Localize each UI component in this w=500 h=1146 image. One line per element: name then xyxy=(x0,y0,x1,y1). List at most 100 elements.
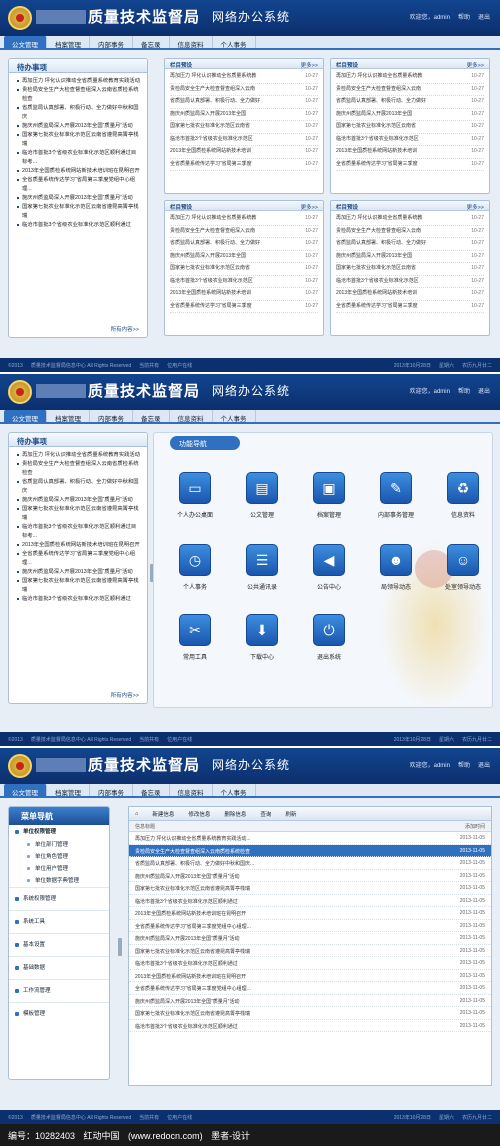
column-item[interactable]: 全省质量系统传达学习“省局第三季度 10-27 xyxy=(336,301,484,313)
table-row[interactable]: 施庆州质监局深入开展2013年全国“质量月”活动 2013-11-05 xyxy=(129,995,491,1007)
column-item[interactable]: 全省质量系统传达学习“省局第三季度 10-27 xyxy=(170,159,318,171)
toolbar-button[interactable]: 查询 xyxy=(260,810,271,818)
column-item[interactable]: 临沧市首批3个省级农业标准化示范区 10-27 xyxy=(336,276,484,288)
logout-link[interactable]: 退出 xyxy=(478,386,490,395)
column-item[interactable]: 临沧市首批3个省级农业标准化示范区 10-27 xyxy=(336,134,484,146)
table-row[interactable]: 全省质量系统传达学习“省局第三季度党组中心组理... 2013-11-05 xyxy=(129,982,491,995)
toolbar-button[interactable]: 删除信息 xyxy=(224,810,246,818)
menu-item[interactable]: 单位部门管理 xyxy=(9,839,109,851)
menu-item[interactable]: 系统工具 xyxy=(9,910,109,933)
nav-tab[interactable]: 内部事务 xyxy=(90,410,133,423)
nav-tab[interactable]: 个人事务 xyxy=(213,410,256,423)
menu-item[interactable]: 模板管理 xyxy=(9,1002,109,1025)
help-link[interactable]: 帮助 xyxy=(458,760,470,769)
table-row[interactable]: 2013年全国质检系统网站新技术培训班在昆明召开 2013-11-05 xyxy=(129,970,491,982)
function-pen[interactable]: ✎ 内部事务管理 xyxy=(363,472,429,519)
column-item[interactable]: 再加压力 坪化认识推动全省质量系统教 10-27 xyxy=(336,213,484,226)
splitter-handle[interactable] xyxy=(118,938,122,956)
column-more-link[interactable]: 更多>> xyxy=(301,61,318,69)
col-title[interactable]: 信息标题 xyxy=(135,823,155,830)
column-item[interactable]: 再加压力 坪化认识推动全省质量系统教 10-27 xyxy=(170,71,318,84)
nav-tab[interactable]: 公文管理 xyxy=(4,410,47,423)
column-item[interactable]: 省质监局认真部署、积极行动、全力做好 10-27 xyxy=(170,96,318,109)
column-item[interactable]: 再加压力 坪化认识推动全省质量系统教 10-27 xyxy=(336,71,484,84)
column-more-link[interactable]: 更多>> xyxy=(467,61,484,69)
column-item[interactable]: 施庆州质监局深入开展2013年全国 10-27 xyxy=(336,251,484,263)
todo-item[interactable]: 再加压力 坪化认识推动全省质量系统教育实践活动 xyxy=(17,77,141,86)
table-row[interactable]: 施庆州质监局深入开展2013年全国“质量月”活动 2013-11-05 xyxy=(129,870,491,882)
column-item[interactable]: 贵检局安全生产大检查督查组深入云南 10-27 xyxy=(170,226,318,238)
table-row[interactable]: 贵检局安全生产大检查督查组深入云南质检系统检查 2013-11-05 xyxy=(129,844,491,857)
todo-item[interactable]: 临沧市首批3个省级农业标准化示范区顺利通过 xyxy=(17,221,141,230)
function-address-book[interactable]: ☰ 公共通讯录 xyxy=(229,544,295,591)
todo-item[interactable]: 国家第七批农业标准化示范区云南省遵昆高箐亭栈瑞 xyxy=(17,131,141,149)
table-row[interactable]: 临沧市首批3个省级农业标准化示范区顺利通过 2013-11-05 xyxy=(129,895,491,907)
menu-item[interactable]: 单位用户管理 xyxy=(9,863,109,875)
nav-tab[interactable]: 档案管理 xyxy=(47,36,90,49)
column-item[interactable]: 2013年全国质检系统网站新技术培训 10-27 xyxy=(170,288,318,301)
function-monitor[interactable]: ▭ 个人办公桌面 xyxy=(162,472,228,519)
column-item[interactable]: 国家第七批农业标准化示范区云南省 10-27 xyxy=(170,121,318,134)
logout-link[interactable]: 退出 xyxy=(478,12,490,21)
column-item[interactable]: 2013年全国质检系统网站新技术培训 10-27 xyxy=(170,146,318,159)
table-row[interactable]: 全省质量系统传达学习“省局第三季度党组中心组理... 2013-11-05 xyxy=(129,920,491,932)
column-item[interactable]: 国家第七批农业标准化示范区云南省 10-27 xyxy=(170,263,318,276)
column-item[interactable]: 2013年全国质检系统网站新技术培训 10-27 xyxy=(336,288,484,301)
help-link[interactable]: 帮助 xyxy=(458,386,470,395)
toolbar-button[interactable]: 刷新 xyxy=(285,810,296,818)
column-item[interactable]: 贵检局安全生产大检查督查组深入云南 10-27 xyxy=(170,84,318,96)
function-power[interactable]: ⏻ 退出系统 xyxy=(296,614,362,661)
todo-item[interactable]: 施庆州质监局深入开展2013年全国“质量月”活动 xyxy=(17,496,141,505)
home-icon[interactable]: ⌂ xyxy=(135,811,138,817)
nav-tab[interactable]: 档案管理 xyxy=(47,784,90,797)
nav-tab[interactable]: 个人事务 xyxy=(213,784,256,797)
column-item[interactable]: 临沧市首批3个省级农业标准化示范区 10-27 xyxy=(170,276,318,288)
function-person[interactable]: ☻ 局领导动态 xyxy=(363,544,429,591)
nav-tab[interactable]: 信息资料 xyxy=(170,36,213,49)
nav-tab[interactable]: 内部事务 xyxy=(90,36,133,49)
logout-link[interactable]: 退出 xyxy=(478,760,490,769)
help-link[interactable]: 帮助 xyxy=(458,12,470,21)
todo-item[interactable]: 施庆州质监局深入开展2013年全国“质量月”活动 xyxy=(17,568,141,577)
column-item[interactable]: 国家第七批农业标准化示范区云南省 10-27 xyxy=(336,263,484,276)
table-row[interactable]: 省质监局认真部署、积极行动、全力做好中秋和国庆... 2013-11-05 xyxy=(129,857,491,870)
nav-tab[interactable]: 备忘录 xyxy=(133,784,170,797)
function-download[interactable]: ⬇ 下载中心 xyxy=(229,614,295,661)
todo-item[interactable]: 再加压力 坪化认识推动全省质量系统教育实践活动 xyxy=(17,451,141,460)
table-row[interactable]: 国家第七批农业标准化示范区云南省遵昆高箐亭栈瑞 2013-11-05 xyxy=(129,945,491,957)
menu-item[interactable]: 单位角色管理 xyxy=(9,851,109,863)
table-row[interactable]: 临沧市首批3个省级农业标准化示范区顺利通过 2013-11-05 xyxy=(129,1020,491,1032)
function-briefcase[interactable]: ▤ 公文管理 xyxy=(229,472,295,519)
function-people[interactable]: ☺ 处室领导动态 xyxy=(430,544,496,591)
function-tools[interactable]: ✂ 常用工具 xyxy=(162,614,228,661)
column-item[interactable]: 全省质量系统传达学习“省局第三季度 10-27 xyxy=(170,301,318,313)
nav-tab[interactable]: 公文管理 xyxy=(4,784,47,797)
todo-item[interactable]: 贵检局安全生产大检查督查组深入云南省质检系统检查 xyxy=(17,460,141,478)
menu-item[interactable]: 单位权限管理 xyxy=(9,825,109,839)
todo-item[interactable]: 全省质量系统传达学习“省局第三季度党组中心组理... xyxy=(17,176,141,194)
todo-item[interactable]: 2013年全国质检系统网站新技术培训班在昆明召开 xyxy=(17,167,141,176)
todo-item[interactable]: 临沧市首批3个省级农业标准化示范区顺利通过 xyxy=(17,595,141,604)
nav-tab[interactable]: 公文管理 xyxy=(4,36,47,49)
todo-item[interactable]: 2013年全国质检系统网站新技术培训班在昆明召开 xyxy=(17,541,141,550)
column-item[interactable]: 再加压力 坪化认识推动全省质量系统教 10-27 xyxy=(170,213,318,226)
column-item[interactable]: 2013年全国质检系统网站新技术培训 10-27 xyxy=(336,146,484,159)
todo-more-link[interactable]: 所有内容>> xyxy=(111,325,139,333)
todo-item[interactable]: 施庆州质监局深入开展2013年全国“质量月”活动 xyxy=(17,122,141,131)
column-item[interactable]: 贵检局安全生产大检查督查组深入云南 10-27 xyxy=(336,84,484,96)
column-item[interactable]: 施庆州质监局深入开展2013年全国 10-27 xyxy=(170,251,318,263)
table-row[interactable]: 国家第七批农业标准化示范区云南省遵昆高箐亭栈瑞 2013-11-05 xyxy=(129,1007,491,1020)
nav-tab[interactable]: 备忘录 xyxy=(133,36,170,49)
column-item[interactable]: 临沧市首批3个省级农业标准化示范区 10-27 xyxy=(170,134,318,146)
table-row[interactable]: 临沧市首批3个省级农业标准化示范区顺利通过 2013-11-05 xyxy=(129,957,491,970)
todo-item[interactable]: 施庆州质监局深入开展2013年全国“质量月”活动 xyxy=(17,194,141,203)
function-archive[interactable]: ▣ 档案管理 xyxy=(296,472,362,519)
column-item[interactable]: 省质监局认真部署、积极行动、全力做好 10-27 xyxy=(336,238,484,251)
todo-item[interactable]: 国家第七批农业标准化示范区云南省遵昆高箐亭栈瑞 xyxy=(17,505,141,523)
todo-item[interactable]: 全省质量系统传达学习“省局第三季度党组中心组理... xyxy=(17,550,141,568)
column-item[interactable]: 国家第七批农业标准化示范区云南省 10-27 xyxy=(336,121,484,134)
menu-item[interactable]: 基础数据 xyxy=(9,956,109,979)
column-item[interactable]: 施庆州质监局深入开展2013年全国 10-27 xyxy=(336,109,484,121)
toolbar-button[interactable]: 新建信息 xyxy=(152,810,174,818)
todo-item[interactable]: 省质监局认真部署、积极行动、全力做好中秋和国庆 xyxy=(17,478,141,496)
